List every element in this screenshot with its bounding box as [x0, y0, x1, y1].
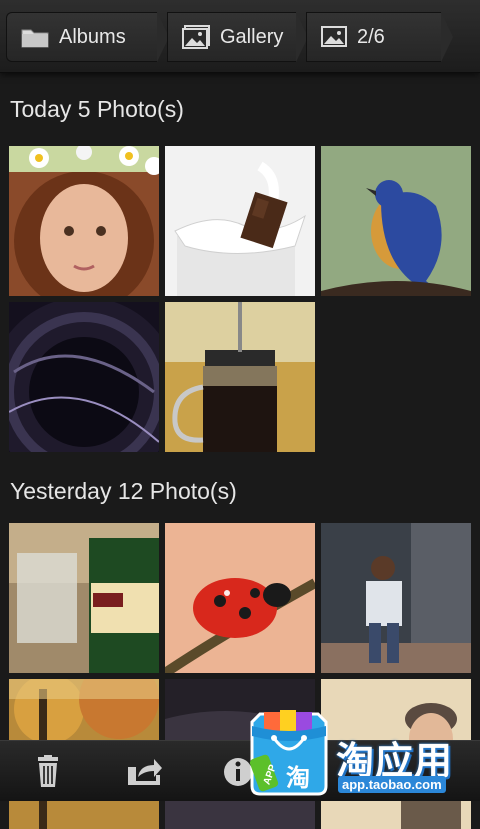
- bag-label-text: 淘: [286, 764, 310, 792]
- photo-glass-and-green-bottle[interactable]: [9, 523, 159, 673]
- photo-camera-lens[interactable]: [9, 302, 159, 452]
- shopping-bag-icon: APP 淘: [244, 704, 334, 796]
- photo-ladybug-with-dew[interactable]: [165, 523, 315, 673]
- breadcrumb-gallery-label: Gallery: [220, 25, 284, 48]
- folder-icon: [21, 26, 49, 48]
- section-title-today: Today 5 Photo(s): [10, 96, 184, 122]
- delete-button[interactable]: [28, 755, 68, 789]
- photo-boy-walking[interactable]: [321, 523, 471, 673]
- top-bar: Albums Gallery 2/6: [0, 0, 480, 73]
- breadcrumb-gallery[interactable]: Gallery: [167, 12, 308, 62]
- breadcrumb-albums-label: Albums: [59, 25, 126, 48]
- photo-french-press-coffee[interactable]: [165, 302, 315, 452]
- trash-icon: [28, 755, 68, 793]
- share-icon: [124, 759, 164, 793]
- share-button[interactable]: [124, 755, 164, 789]
- image-icon: [182, 25, 210, 49]
- breadcrumb-position[interactable]: 2/6: [306, 12, 453, 62]
- breadcrumb-albums[interactable]: Albums: [6, 12, 169, 62]
- taobao-app-promo[interactable]: APP 淘 淘应用 app.taobao.com: [240, 700, 480, 800]
- breadcrumb-position-label: 2/6: [357, 25, 385, 48]
- image-icon: [321, 26, 347, 48]
- photo-blue-bird-on-branch[interactable]: [321, 146, 471, 296]
- photo-chocolate-milk-splash[interactable]: [165, 146, 315, 296]
- section-title-yesterday: Yesterday 12 Photo(s): [10, 478, 237, 504]
- breadcrumb: Albums Gallery 2/6: [6, 12, 453, 62]
- promo-url: app.taobao.com: [338, 776, 446, 793]
- photo-girl-with-flower-crown[interactable]: [9, 146, 159, 296]
